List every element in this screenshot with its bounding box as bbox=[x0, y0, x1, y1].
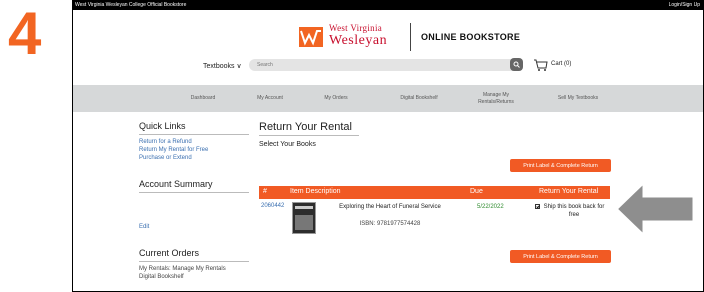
manage-rentals-link[interactable]: Manage My Rentals bbox=[172, 266, 225, 272]
search-icon bbox=[513, 61, 520, 68]
wesleyan-logo-mark bbox=[299, 27, 323, 47]
due-date: 5/22/2022 bbox=[477, 204, 504, 210]
textbooks-dropdown[interactable]: Textbooks ∨ bbox=[203, 62, 242, 70]
col-num: # bbox=[263, 188, 267, 195]
quick-links-title: Quick Links bbox=[139, 121, 186, 131]
account-summary-title: Account Summary bbox=[139, 179, 213, 189]
table-header: # Item Description Due Return Your Renta… bbox=[259, 186, 610, 199]
account-summary-rule bbox=[139, 192, 249, 193]
table-row: 2060442 Exploring the Heart of Funeral S… bbox=[259, 201, 610, 241]
current-orders-rule bbox=[139, 261, 249, 262]
order-number[interactable]: 2060442 bbox=[261, 203, 284, 209]
quick-links-rule bbox=[139, 134, 249, 135]
select-books-heading: Select Your Books bbox=[259, 141, 316, 148]
menu-my-orders[interactable]: My Orders bbox=[311, 85, 361, 112]
ship-back-checkbox[interactable] bbox=[535, 204, 540, 209]
logo-wordmark: West Virginia Wesleyan bbox=[329, 24, 387, 48]
cover-band bbox=[295, 206, 313, 209]
logo-line1: West Virginia bbox=[329, 23, 383, 33]
col-return: Return Your Rental bbox=[539, 188, 599, 195]
logo-line2: Wesleyan bbox=[329, 33, 388, 48]
site-logo[interactable]: West Virginia Wesleyan ONLINE BOOKSTORE bbox=[299, 21, 539, 55]
menu-digital-bookshelf[interactable]: Digital Bookshelf bbox=[379, 85, 459, 112]
book-cover-image bbox=[292, 202, 316, 234]
edit-link[interactable]: Edit bbox=[139, 224, 149, 231]
col-due: Due bbox=[470, 188, 483, 195]
cart-label: Cart (0) bbox=[551, 61, 572, 67]
arrow-left-icon bbox=[614, 180, 696, 238]
cover-picture bbox=[295, 215, 313, 230]
print-label-button-top[interactable]: Print Label & Complete Return bbox=[510, 159, 611, 172]
search-button[interactable] bbox=[510, 58, 523, 71]
ship-back-label[interactable]: Ship this book back for free bbox=[542, 203, 606, 219]
login-link[interactable]: Login/Sign Up bbox=[669, 1, 700, 10]
menu-dashboard[interactable]: Dashboard bbox=[173, 85, 233, 112]
digital-bookshelf-link[interactable]: Digital Bookshelf bbox=[139, 274, 184, 281]
link-purchase-extend[interactable]: Purchase or Extend bbox=[139, 155, 192, 162]
search-bar bbox=[249, 59, 519, 71]
link-return-rental-free[interactable]: Return My Rental for Free bbox=[139, 147, 208, 154]
step-number: 4 bbox=[8, 0, 42, 67]
search-input[interactable] bbox=[257, 59, 497, 71]
menu-manage-line2: Rentals/Returns bbox=[478, 98, 514, 105]
my-rentals-line: My Rentals: Manage My Rentals bbox=[139, 266, 226, 273]
menu-manage-rentals[interactable]: Manage My Rentals/Returns bbox=[461, 85, 531, 112]
account-menu: Dashboard My Account My Orders Digital B… bbox=[73, 85, 703, 112]
menu-manage-line1: Manage My bbox=[482, 91, 510, 98]
title-rule bbox=[259, 135, 359, 136]
browser-frame: West Virginia Wesleyan College Official … bbox=[72, 0, 704, 292]
menu-sell-textbooks[interactable]: Sell My Textbooks bbox=[543, 85, 613, 112]
page-title: Return Your Rental bbox=[259, 121, 352, 133]
link-return-refund[interactable]: Return for a Refund bbox=[139, 139, 192, 146]
top-bar: West Virginia Wesleyan College Official … bbox=[73, 1, 703, 10]
logo-divider bbox=[410, 23, 411, 51]
print-label-button-bottom[interactable]: Print Label & Complete Return bbox=[510, 250, 611, 263]
store-name: West Virginia Wesleyan College Official … bbox=[75, 2, 187, 8]
my-rentals-prefix: My Rentals: bbox=[139, 266, 173, 272]
col-item-description: Item Description bbox=[290, 188, 341, 195]
book-title: Exploring the Heart of Funeral Service bbox=[339, 204, 441, 210]
current-orders-title: Current Orders bbox=[139, 248, 200, 258]
book-isbn: ISBN: 9781977574428 bbox=[359, 221, 421, 227]
menu-my-account[interactable]: My Account bbox=[245, 85, 295, 112]
cart-icon bbox=[534, 59, 548, 71]
online-bookstore-label: ONLINE BOOKSTORE bbox=[421, 32, 521, 42]
